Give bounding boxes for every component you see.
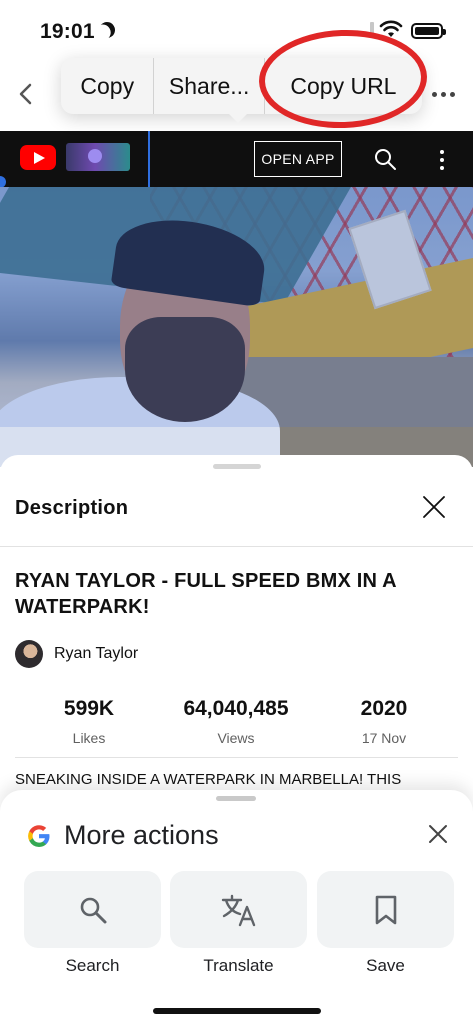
more-actions-sheet: More actions Search Translate Save bbox=[0, 790, 473, 1024]
wifi-icon bbox=[379, 20, 403, 37]
copy-menu-item[interactable]: Copy bbox=[61, 58, 153, 114]
translate-icon bbox=[221, 894, 255, 926]
likes-label: Likes bbox=[72, 730, 106, 746]
avatar[interactable] bbox=[15, 640, 43, 668]
youtube-logo[interactable] bbox=[20, 145, 56, 170]
bookmark-icon bbox=[375, 895, 396, 924]
youtube-header bbox=[0, 131, 473, 187]
panel-title: Description bbox=[15, 497, 129, 519]
close-icon[interactable] bbox=[428, 824, 448, 844]
search-action-button[interactable] bbox=[24, 871, 161, 948]
search-icon bbox=[80, 897, 106, 923]
battery-icon bbox=[411, 23, 446, 39]
home-indicator[interactable] bbox=[153, 1008, 321, 1014]
video-title: RYAN TAYLOR - FULL SPEED BMX IN A WATERP… bbox=[15, 570, 397, 618]
kebab-menu-icon[interactable] bbox=[440, 150, 444, 170]
likes-count: 599K bbox=[63, 697, 115, 720]
status-time: 19:01 bbox=[40, 20, 95, 43]
drag-handle[interactable] bbox=[216, 796, 256, 801]
search-icon[interactable] bbox=[373, 147, 397, 171]
youtube-doodle-logo[interactable] bbox=[66, 143, 130, 171]
views-label: Views bbox=[217, 730, 255, 746]
signal-icon bbox=[370, 22, 374, 38]
video-player[interactable] bbox=[0, 187, 473, 467]
save-action-label: Save bbox=[366, 956, 405, 975]
views-count: 64,040,485 bbox=[183, 697, 289, 720]
copy-url-menu-item[interactable]: Copy URL bbox=[265, 58, 422, 114]
sheet-title: More actions bbox=[64, 820, 219, 850]
upload-year: 2020 bbox=[360, 697, 408, 720]
date-stat: 2020 17 Nov bbox=[340, 697, 428, 746]
upload-date: 17 Nov bbox=[361, 730, 407, 746]
likes-stat: 599K Likes bbox=[44, 697, 134, 746]
save-action-button[interactable] bbox=[317, 871, 454, 948]
translate-action-label: Translate bbox=[203, 956, 274, 975]
description-text: SNEAKING INSIDE A WATERPARK IN MARBELLA!… bbox=[15, 771, 402, 788]
google-icon bbox=[28, 825, 50, 847]
views-stat: 64,040,485 Views bbox=[168, 697, 304, 746]
selection-handle[interactable] bbox=[148, 131, 150, 193]
drag-handle[interactable] bbox=[213, 464, 261, 469]
channel-name[interactable]: Ryan Taylor bbox=[54, 645, 138, 663]
more-options-icon[interactable] bbox=[432, 92, 455, 97]
status-bar: 19:01 bbox=[0, 0, 473, 56]
search-action-label: Search bbox=[65, 956, 120, 975]
open-app-button[interactable]: OPEN APP bbox=[254, 141, 342, 177]
text-selection-menu: Copy Share... Copy URL bbox=[61, 58, 422, 123]
close-icon[interactable] bbox=[422, 495, 446, 519]
back-chevron-icon[interactable] bbox=[16, 82, 36, 106]
translate-action-button[interactable] bbox=[170, 871, 307, 948]
do-not-disturb-icon bbox=[96, 19, 118, 41]
share-menu-item[interactable]: Share... bbox=[154, 58, 263, 114]
